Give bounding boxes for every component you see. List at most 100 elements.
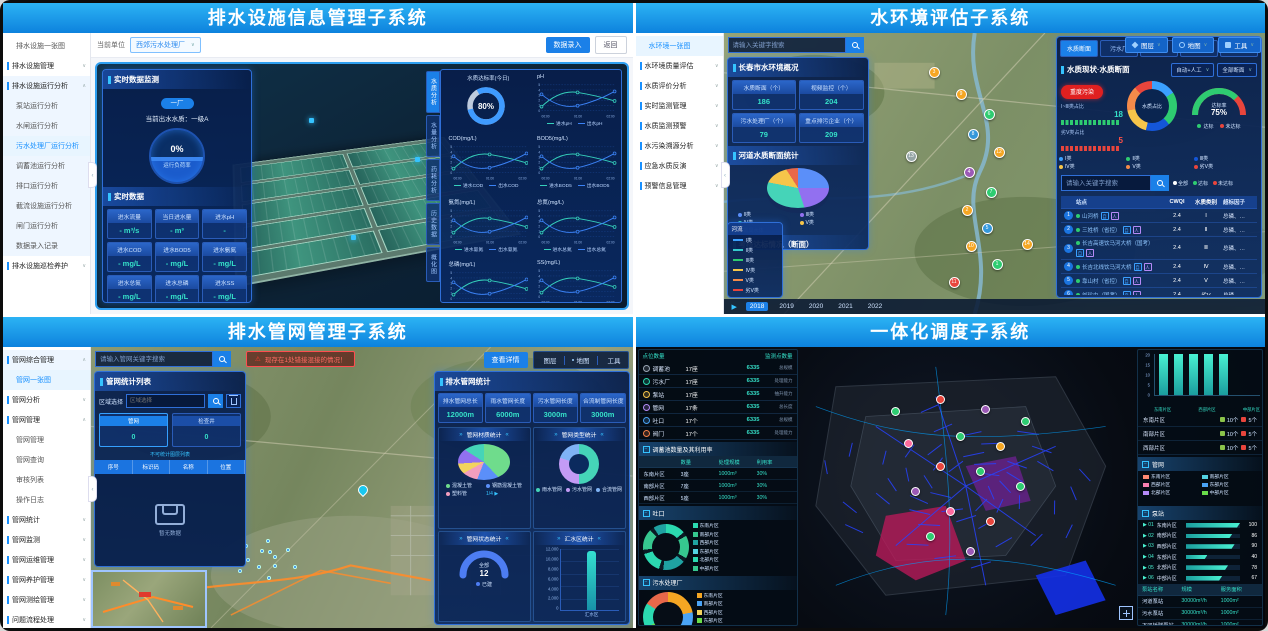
map-control-button[interactable]	[1119, 606, 1133, 620]
region-row[interactable]: 东南片区10个5个	[1138, 413, 1262, 427]
monitor-type-select[interactable]: 自动+人工∨	[1171, 63, 1214, 77]
facility-row[interactable]: 阀门17个6335处理能力	[639, 427, 797, 440]
pump-rank-row[interactable]: ▶ 01东南片区100	[1138, 520, 1262, 531]
facility-row[interactable]: 吐口17个6335总规模	[639, 414, 797, 427]
map-marker[interactable]	[936, 395, 945, 404]
sidebar-item[interactable]: 审核列表	[3, 470, 90, 490]
br-city-map[interactable]: 点位数量 监测点数量 调蓄池17座6335总规模污水厂17座6335处理能力泵站…	[636, 347, 1266, 628]
map-marker[interactable]	[981, 405, 990, 414]
map-marker[interactable]: 12	[994, 147, 1005, 158]
tab-水量分析[interactable]: 水量分析	[426, 115, 440, 157]
map-marker[interactable]	[1016, 482, 1025, 491]
view-detail-button[interactable]: 查看详情	[484, 352, 528, 368]
facility-row[interactable]: 泵站17座6335抽升能力	[639, 388, 797, 401]
collapse-toggle-icon[interactable]: −	[643, 579, 650, 586]
sidebar-group[interactable]: 排水设施管理∨	[3, 56, 90, 76]
map-marker[interactable]	[936, 462, 945, 471]
pump-rank-row[interactable]: ▶ 02南部片区86	[1138, 531, 1262, 542]
sidebar-group[interactable]: 管网统计∨	[3, 510, 90, 530]
back-button[interactable]: 返回	[595, 36, 627, 54]
map-marker[interactable]: 4	[964, 167, 975, 178]
table-row[interactable]: 5靠山村（省控）自人2.4Ⅴ总磷、…	[1061, 274, 1257, 288]
arrow-left-icon[interactable]: »	[459, 432, 462, 438]
overview-minimap[interactable]	[91, 570, 207, 628]
sidebar-group[interactable]: 管网运维管理∨	[3, 550, 90, 570]
sidebar-group[interactable]: 管网监测∨	[3, 530, 90, 550]
arrow-left-icon[interactable]: »	[554, 432, 557, 438]
filter-达标[interactable]: 达标	[1193, 180, 1208, 187]
filter-全部[interactable]: 全部	[1173, 180, 1188, 187]
bl-search-button[interactable]	[213, 351, 231, 367]
map-marker[interactable]	[976, 467, 985, 476]
arrow-right-icon[interactable]: «	[600, 432, 603, 438]
map-marker[interactable]: 3	[929, 67, 940, 78]
collapse-toggle-icon[interactable]: −	[1142, 461, 1149, 468]
sidebar-item[interactable]: 截流设施运行分析	[3, 196, 90, 216]
tr-satellite-map[interactable]: 图层∨地图∨工具∨ 3968124725101111314 长春市水环境概况 水…	[724, 33, 1266, 314]
map-marker[interactable]: 5	[982, 223, 993, 234]
map-marker[interactable]	[904, 439, 913, 448]
map-button-图层[interactable]: 图层∨	[1125, 37, 1168, 53]
filter-未达标[interactable]: 未达标	[1213, 180, 1233, 187]
region-input[interactable]	[126, 394, 205, 408]
sidebar-item[interactable]: 水环境一张图	[636, 36, 723, 56]
pump-rank-row[interactable]: ▶ 04东部片区40	[1138, 552, 1262, 563]
sidebar-item[interactable]: 管网管理	[3, 430, 90, 450]
count-tab-检查井[interactable]: 检查井0	[172, 413, 241, 447]
year-2018[interactable]: 2018	[746, 302, 768, 311]
clear-button[interactable]	[226, 394, 241, 408]
arrow-left-icon[interactable]: »	[557, 536, 560, 542]
year-2020[interactable]: 2020	[805, 302, 827, 311]
facility-row[interactable]: 管网17条6335总长度	[639, 401, 797, 414]
data-entry-button[interactable]: 数据录入	[546, 37, 590, 53]
sidebar-group[interactable]: 水环境质量评估∨	[636, 56, 723, 76]
sidebar-group[interactable]: 管网测绘管理∨	[3, 590, 90, 610]
scene-marker-icon[interactable]	[309, 118, 314, 123]
arrow-right-icon[interactable]: «	[598, 536, 601, 542]
sidebar-group[interactable]: 管网养护管理∨	[3, 570, 90, 590]
list-col-名称[interactable]: 名称	[170, 460, 208, 474]
sidebar-group[interactable]: 水污染溯源分析∨	[636, 136, 723, 156]
table-row[interactable]: 6刘珍屯（国考）自人2.4劣Ⅴ总磷、…	[1061, 288, 1257, 295]
plant-pill[interactable]: 一厂	[161, 98, 194, 109]
year-2021[interactable]: 2021	[834, 302, 856, 311]
count-tab-管网[interactable]: 管网0	[99, 413, 168, 447]
map-button-地图[interactable]: 地图∨	[1172, 37, 1215, 53]
tab-概化图[interactable]: 概化图	[426, 247, 440, 282]
table-row[interactable]: 1山河桥自人2.4Ⅰ总磷、…	[1061, 209, 1257, 223]
sidebar-group[interactable]: 排水设施运行分析∧	[3, 76, 90, 96]
map-marker[interactable]	[956, 432, 965, 441]
tab-水质分析[interactable]: 水质分析	[426, 71, 440, 113]
list-col-标识码[interactable]: 标识码	[133, 460, 171, 474]
tab-水质断面[interactable]: 水质断面	[1060, 40, 1098, 57]
arrow-left-icon[interactable]: »	[459, 536, 462, 542]
reservoir-row[interactable]: 西部片区5座1000m³30%	[639, 492, 797, 504]
map-marker[interactable]: 13	[906, 151, 917, 162]
map-marker[interactable]: 6	[984, 109, 995, 120]
legend-pager[interactable]: 1/4 ▶	[486, 490, 522, 497]
pump-rank-row[interactable]: ▶ 06中部片区67	[1138, 573, 1262, 584]
sidebar-collapse-handle[interactable]: ‹	[721, 162, 730, 188]
map-marker[interactable]	[911, 487, 920, 496]
table-row[interactable]: 2三姓桥（省控）自人2.4Ⅱ总磷、…	[1061, 223, 1257, 237]
sidebar-item[interactable]: 排水设施一张图	[3, 36, 90, 56]
collapse-toggle-icon[interactable]: −	[643, 446, 650, 453]
map-marker[interactable]: 8	[968, 129, 979, 140]
tab-药耗分析[interactable]: 药耗分析	[426, 159, 440, 201]
arrow-right-icon[interactable]: «	[505, 432, 508, 438]
sidebar-group[interactable]: 问题流程处理∨	[3, 610, 90, 628]
map-marker[interactable]: 14	[1022, 239, 1033, 250]
map-marker[interactable]: 7	[986, 187, 997, 198]
map-marker[interactable]: 2	[962, 205, 973, 216]
facility-row[interactable]: 调蓄池17座6335总规模	[639, 362, 797, 375]
pump-table-row[interactable]: 下凹桥隧泵站30000m³/h1000m²	[1138, 620, 1262, 626]
sidebar-group[interactable]: 预警信息管理∨	[636, 176, 723, 196]
tab-历史数据[interactable]: 历史数据	[426, 203, 440, 245]
map-button-工具[interactable]: 工具∨	[1218, 37, 1261, 53]
sidebar-item[interactable]: 水闸运行分析	[3, 116, 90, 136]
unit-select[interactable]: 西郊污水处理厂 ∨	[130, 37, 201, 53]
map-button-工具[interactable]: 工具	[598, 352, 628, 368]
sidebar-group[interactable]: 排水设施巡检养护∨	[3, 256, 90, 276]
scene-marker-icon[interactable]	[415, 157, 420, 162]
region-row[interactable]: 南部片区10个5个	[1138, 427, 1262, 441]
